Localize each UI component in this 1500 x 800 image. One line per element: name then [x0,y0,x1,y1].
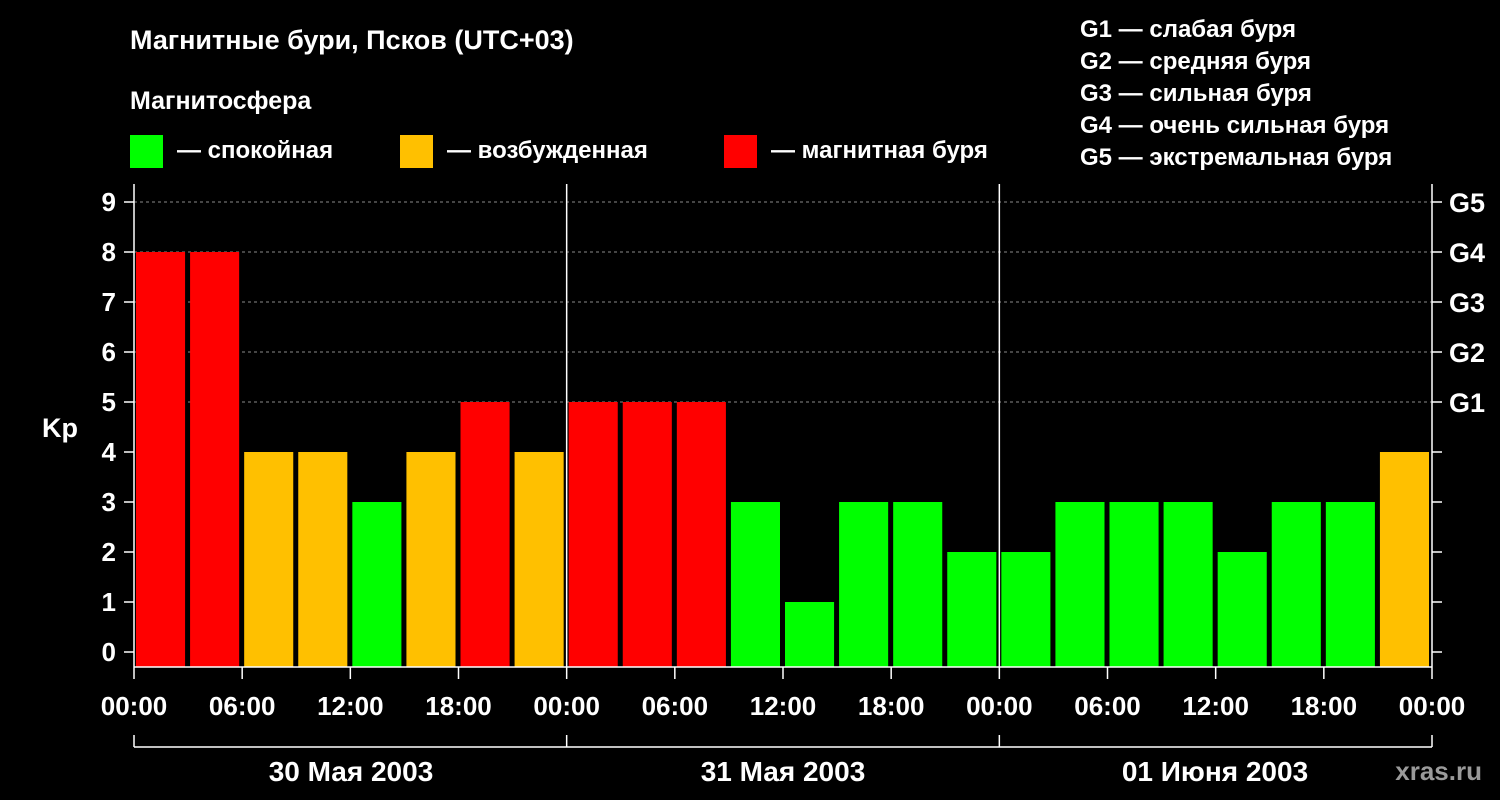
x-tick-label-1: 06:00 [209,691,276,721]
g-tick-label-2: G3 [1449,288,1485,318]
y-tick-label-6: 6 [102,337,116,367]
kp-bar-6 [460,402,510,667]
y-tick-label-7: 7 [102,287,116,317]
kp-bar-21 [1271,502,1321,667]
x-tick-label-8: 00:00 [966,691,1033,721]
kp-bar-23 [1379,452,1429,667]
storm-level-g5: G5 — экстремальная буря [1080,144,1392,171]
y-tick-label-3: 3 [102,487,116,517]
kp-bar-20 [1217,552,1267,667]
x-tick-label-4: 00:00 [533,691,600,721]
storm-level-g3: G3 — сильная буря [1080,80,1312,107]
kp-bar-1 [190,252,240,667]
kp-bar-15 [947,552,997,667]
g-tick-label-0: G1 [1449,388,1485,418]
kp-bar-10 [676,402,726,667]
kp-bar-3 [298,452,348,667]
chart-subtitle: Магнитосфера [130,87,312,115]
kp-chart: Магнитные бури, Псков (UTC+03) Магнитосф… [42,16,1485,787]
y-tick-label-4: 4 [102,437,117,467]
storm-level-g4: G4 — очень сильная буря [1080,112,1389,139]
legend-swatch-storm [724,135,757,168]
x-tick-label-0: 00:00 [101,691,168,721]
x-tick-label-7: 18:00 [858,691,925,721]
kp-bar-22 [1325,502,1375,667]
kp-bar-11 [730,502,780,667]
day-label-1: 30 Мая 2003 [269,756,434,787]
y-tick-label-0: 0 [102,637,116,667]
x-tick-label-6: 12:00 [750,691,817,721]
legend: — спокойная — возбужденная — магнитная б… [130,135,988,168]
g-tick-label-4: G5 [1449,188,1485,218]
x-tick-label-10: 12:00 [1182,691,1249,721]
kp-bar-5 [406,452,456,667]
legend-swatch-active [400,135,433,168]
y-axis-label: Kp [42,413,78,443]
kp-bar-9 [622,402,672,667]
storm-level-g1: G1 — слабая буря [1080,16,1296,43]
kp-bar-8 [568,402,618,667]
x-tick-label-5: 06:00 [642,691,709,721]
kp-bar-16 [1001,552,1051,667]
y-tick-label-8: 8 [102,237,116,267]
g-tick-label-1: G2 [1449,338,1485,368]
kp-bar-19 [1163,502,1213,667]
bars [136,252,1429,667]
x-tick-label-2: 12:00 [317,691,384,721]
kp-bar-4 [352,502,402,667]
y-tick-label-9: 9 [102,187,116,217]
x-tick-label-3: 18:00 [425,691,492,721]
storm-level-g2: G2 — средняя буря [1080,48,1311,75]
kp-bar-13 [839,502,889,667]
kp-bar-18 [1109,502,1159,667]
day-label-3: 01 Июня 2003 [1122,756,1308,787]
day-label-2: 31 Мая 2003 [701,756,866,787]
kp-bar-7 [514,452,564,667]
legend-label-quiet: — спокойная [177,137,333,164]
y-tick-label-2: 2 [102,537,116,567]
kp-bar-12 [785,602,835,667]
kp-bar-17 [1055,502,1105,667]
x-tick-label-12: 00:00 [1399,691,1466,721]
x-tick-label-11: 18:00 [1291,691,1358,721]
storm-level-list: G1 — слабая буря G2 — средняя буря G3 — … [1080,16,1392,171]
chart-title: Магнитные бури, Псков (UTC+03) [130,25,574,55]
kp-bar-14 [893,502,943,667]
y-tick-label-5: 5 [102,387,116,417]
grid [134,201,1432,403]
watermark: xras.ru [1395,756,1482,786]
x-tick-label-9: 06:00 [1074,691,1141,721]
g-tick-label-3: G4 [1449,238,1485,268]
kp-bar-0 [136,252,186,667]
legend-swatch-quiet [130,135,163,168]
legend-label-active: — возбужденная [447,137,648,164]
legend-label-storm: — магнитная буря [771,137,988,164]
y-tick-label-1: 1 [102,587,116,617]
kp-bar-2 [244,452,294,667]
